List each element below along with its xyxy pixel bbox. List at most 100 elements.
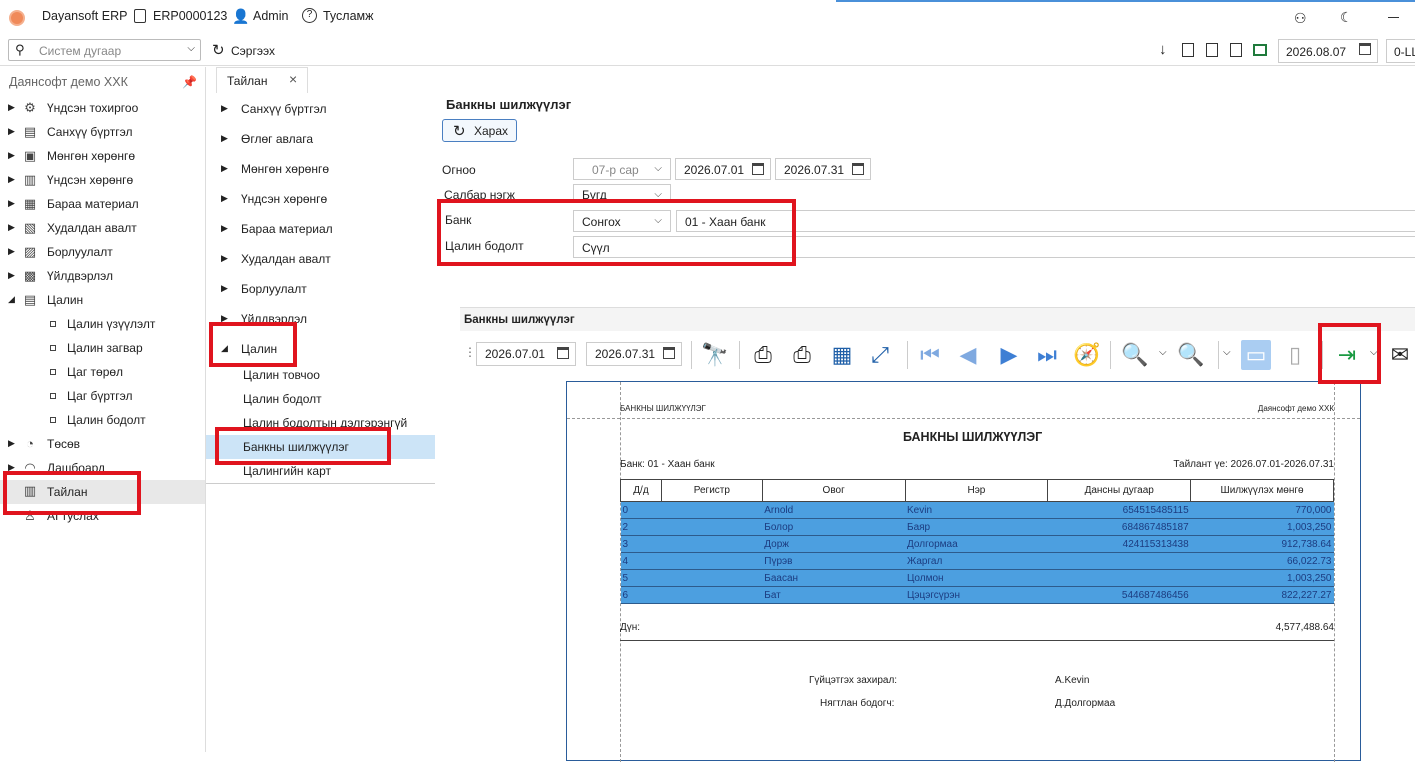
prev-page-icon[interactable]: ◀ xyxy=(953,340,983,370)
clipboard-icon[interactable] xyxy=(1230,43,1242,57)
accountant-name: Д.Долгормаа xyxy=(1055,698,1116,709)
tab-reports[interactable]: Тайлан × xyxy=(216,67,308,93)
tree-item[interactable]: ▶ Үндсэн хөрөнгө xyxy=(206,188,435,210)
minimize-icon[interactable] xyxy=(1388,17,1399,18)
highlight-box xyxy=(1318,323,1381,384)
find-icon[interactable]: 🔭 xyxy=(700,340,730,370)
print-icon[interactable]: ⎙ xyxy=(748,340,778,370)
multi-page-icon[interactable]: ▯ xyxy=(1280,340,1310,370)
tree-item[interactable]: ▶ Өглөг авлага xyxy=(206,128,435,150)
sales-icon: ▨ xyxy=(23,244,37,259)
download-icon[interactable]: ↓ xyxy=(1159,41,1167,58)
chevron-down-icon[interactable]: ⌵ xyxy=(1223,347,1231,358)
sidebar-subitem[interactable]: Цалин бодолт xyxy=(0,409,205,431)
email-icon[interactable]: ✉ xyxy=(1385,340,1415,370)
tree-subitem[interactable]: Цалин товчоо xyxy=(206,364,435,386)
tree-item[interactable]: ▶ Борлуулалт xyxy=(206,278,435,300)
highlight-box xyxy=(437,199,796,266)
date-to-field[interactable]: 2026.07.31 xyxy=(775,158,871,180)
report-header-left: БАНКНЫ ШИЛЖҮҮЛЭГ xyxy=(620,404,706,413)
grid-icon[interactable]: ▦ xyxy=(827,340,857,370)
col-header: Шилжүүлэх мөнгө xyxy=(1190,479,1334,502)
date-field[interactable]: 2026.08.07 xyxy=(1278,39,1378,63)
director-name: A.Kevin xyxy=(1055,675,1090,686)
tree-subitem[interactable]: Цалин бодолт xyxy=(206,388,435,410)
sidebar-subitem[interactable]: Цаг төрөл xyxy=(0,361,205,383)
sidebar-item-sales[interactable]: ▶ ▨ Борлуулалт xyxy=(0,241,205,263)
sidebar-item-purchasing[interactable]: ▶ ▧ Худалдан авалт xyxy=(0,217,205,239)
drag-handle-icon[interactable]: ⋮ xyxy=(464,345,476,359)
dark-mode-icon[interactable]: ☾ xyxy=(1340,9,1353,26)
total-value: 4,577,488.64 xyxy=(1275,622,1334,633)
tree-item[interactable]: ▶ Худалдан авалт xyxy=(206,248,435,270)
sidebar-subitem[interactable]: Цаг бүртгэл xyxy=(0,385,205,407)
tree-item[interactable]: ▶ Бараа материал xyxy=(206,218,435,240)
pin-icon[interactable]: 📌 xyxy=(182,75,197,89)
paste-icon[interactable] xyxy=(1206,43,1218,57)
calendar-icon xyxy=(852,163,864,175)
calendar-icon xyxy=(663,347,675,359)
help-link[interactable]: Тусламж xyxy=(323,9,374,23)
sidebar-item-settings[interactable]: ▶ ⚙ Үндсэн тохиргоо xyxy=(0,97,205,119)
sidebar-item-budget[interactable]: ▶ ◔ Төсөв xyxy=(0,433,205,455)
zoom-in-icon[interactable]: 🔍 xyxy=(1176,340,1206,370)
report-title: БАНКНЫ ШИЛЖҮҮЛЭГ xyxy=(903,430,1043,444)
single-page-icon[interactable]: ▭ xyxy=(1241,340,1271,370)
report-header-right: Даянсофт демо ХХК xyxy=(1257,404,1334,413)
pie-chart-icon: ◔ xyxy=(26,436,34,451)
highlight-box xyxy=(215,427,391,465)
table-row: 5 Баасан Цолмон 1,003,250 xyxy=(620,569,1334,587)
col-header: Регистр xyxy=(660,479,763,502)
sidebar-item-fixed-assets[interactable]: ▶ ▥ Үндсэн хөрөнгө xyxy=(0,169,205,191)
accountant-label: Нягтлан бодогч: xyxy=(820,698,895,709)
report-table: Д/д Регистр Овог Нэр Дансны дугаар Шилжү… xyxy=(620,479,1334,604)
app-logo-icon xyxy=(9,10,25,26)
sidebar-item-accounting[interactable]: ▶ ▤ Санхүү бүртгэл xyxy=(0,121,205,143)
title-bar: Dayansoft ERP ERP0000123 👤 Admin ? Тусла… xyxy=(0,0,1415,36)
view-button[interactable]: ↻ Харах xyxy=(442,119,517,142)
sidebar-subitem[interactable]: Цалин загвар xyxy=(0,337,205,359)
box-icon: ▦ xyxy=(23,196,37,211)
next-page-icon[interactable]: ▶ xyxy=(994,340,1024,370)
total-label: Дүн: xyxy=(620,622,641,633)
sidebar-item-inventory[interactable]: ▶ ▦ Бараа материал xyxy=(0,193,205,215)
erp-code[interactable]: ERP0000123 xyxy=(153,9,227,23)
calendar-icon xyxy=(752,163,764,175)
refresh-button[interactable]: Сэргээх xyxy=(231,44,275,58)
date-from-field[interactable]: 2026.07.01 xyxy=(675,158,771,180)
chevron-down-icon[interactable]: ⌵ xyxy=(1159,347,1167,358)
table-row: 3 Дорж Долгормаа 424115313438 912,738.64 xyxy=(620,535,1334,553)
help-icon: ? xyxy=(302,8,317,23)
month-select[interactable]: 07-р сар ⌵ xyxy=(573,158,671,180)
navigate-icon[interactable]: 🧭 xyxy=(1072,340,1102,370)
tab-bar: Тайлан × xyxy=(206,67,1415,93)
table-row: 0 Arnold Kevin 654515485115 770,000 xyxy=(620,501,1334,519)
branch-field[interactable]: 0-LL xyxy=(1386,39,1415,63)
report-viewer-header: Банкны шилжүүлэг xyxy=(460,307,1415,331)
zoom-out-icon[interactable]: 🔍 xyxy=(1120,340,1150,370)
excel-icon[interactable] xyxy=(1253,44,1267,56)
sidebar-item-production[interactable]: ▶ ▩ Үйлдвэрлэл xyxy=(0,265,205,287)
search-input[interactable]: ⚲ Систем дугаар ⌵ xyxy=(8,39,201,61)
close-icon[interactable]: × xyxy=(289,71,297,87)
report-date-from[interactable]: 2026.07.01 xyxy=(476,342,576,366)
user-name[interactable]: Admin xyxy=(253,9,288,23)
search-icon: ⚲ xyxy=(15,42,25,57)
tree-item[interactable]: ▶ Мөнгөн хөрөнгө xyxy=(206,158,435,180)
copy-icon[interactable] xyxy=(1182,43,1194,57)
last-page-icon[interactable]: ⏭ xyxy=(1032,340,1062,370)
building-icon: ▥ xyxy=(23,172,37,187)
sidebar-item-cash[interactable]: ▶ ▣ Мөнгөн хөрөнгө xyxy=(0,145,205,167)
report-bank-line: Банк: 01 - Хаан банк xyxy=(620,459,715,470)
tree-item[interactable]: ▶ Санхүү бүртгэл xyxy=(206,98,435,120)
quick-print-icon[interactable]: ⎙ xyxy=(787,340,817,370)
first-page-icon[interactable]: ⏮ xyxy=(915,340,945,370)
profile-icon[interactable]: ⚇ xyxy=(1294,10,1307,27)
report-date-to[interactable]: 2026.07.31 xyxy=(586,342,682,366)
fit-page-icon[interactable]: ⤢ xyxy=(865,340,895,370)
sidebar-item-payroll[interactable]: ◢ ▤ Цалин xyxy=(0,289,205,311)
col-header: Нэр xyxy=(904,479,1049,502)
sidebar-subitem[interactable]: Цалин үзүүлэлт xyxy=(0,313,205,335)
taskbar-strip xyxy=(836,0,1415,2)
form-title: Банкны шилжүүлэг xyxy=(446,97,572,112)
